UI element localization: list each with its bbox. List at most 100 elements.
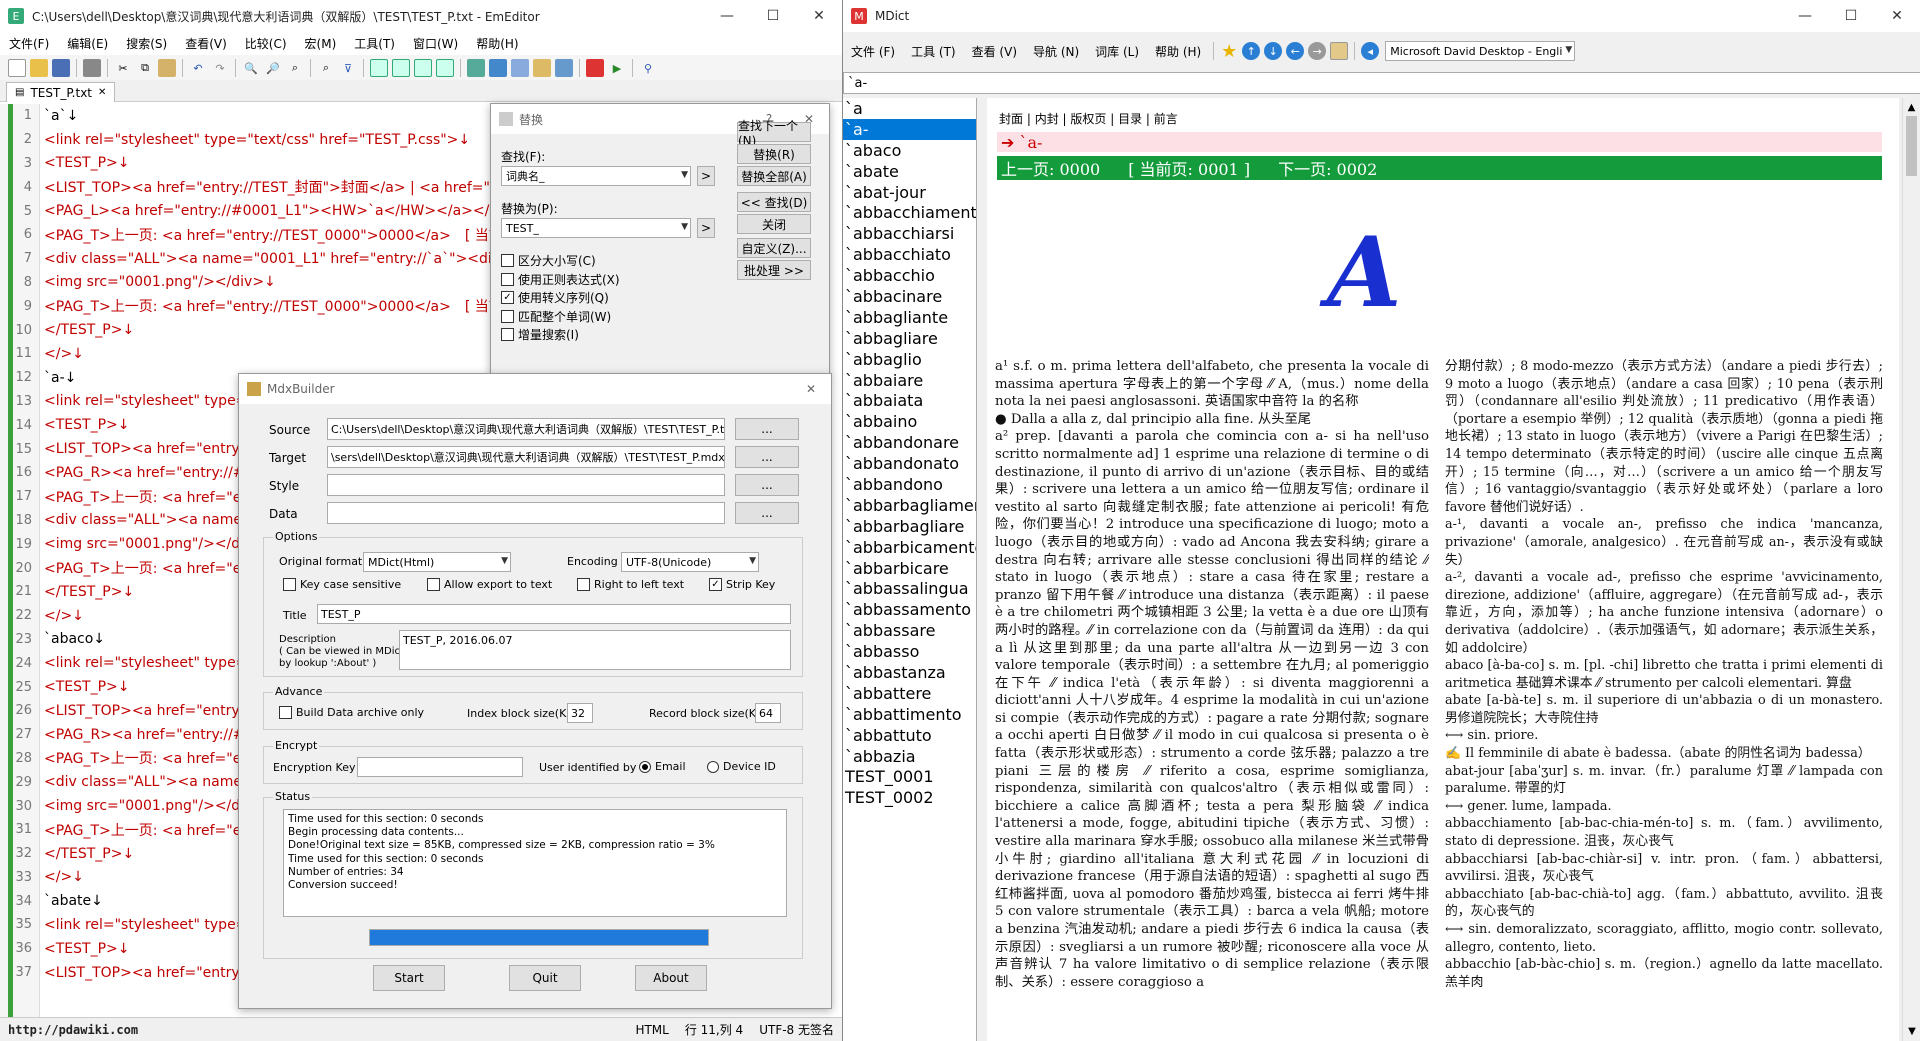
record-block-field[interactable]: 64 <box>755 703 781 723</box>
nav-link[interactable]: 目录 <box>1118 112 1142 126</box>
word-list-item[interactable]: `abbarbagliamen <box>843 495 976 516</box>
quit-button[interactable]: Quit <box>509 965 581 991</box>
word-list-item[interactable]: `abbaglio <box>843 349 976 370</box>
customize-icon[interactable]: ⚲ <box>639 59 657 77</box>
find-icon[interactable]: 🔍 <box>242 59 260 77</box>
replace-more-button[interactable]: > <box>697 218 715 238</box>
undo-icon[interactable]: ↶ <box>189 59 207 77</box>
favorite-star-icon[interactable]: ★ <box>1220 41 1238 62</box>
status-log[interactable]: Time used for this section: 0 seconds Beg… <box>283 809 787 917</box>
word-list-item[interactable]: `abbacchiato <box>843 244 976 265</box>
menu-item[interactable]: 搜索(S) <box>117 35 176 52</box>
replace-dialog-button[interactable]: 替换(R) <box>737 144 811 164</box>
strip-key-checkbox[interactable]: ✓ Strip Key <box>709 578 775 591</box>
replace-dialog-button[interactable]: 自定义(Z)... <box>737 238 811 258</box>
data-field[interactable] <box>327 502 725 524</box>
status-mode[interactable]: HTML <box>627 1023 676 1037</box>
email-radio[interactable]: Email <box>639 760 686 773</box>
prev-page-link[interactable]: 上一页: 0000 <box>1001 156 1100 180</box>
replace-option-checkbox[interactable]: 匹配整个单词(W) <box>501 308 611 325</box>
mdict-maximize-button[interactable]: ☐ <box>1828 0 1874 32</box>
word-list-item[interactable]: `abbacchio <box>843 265 976 286</box>
word-list-item[interactable]: `abbandonare <box>843 432 976 453</box>
speak-icon[interactable]: ◂ <box>1361 42 1380 60</box>
search-files-icon[interactable]: ⌕ <box>317 59 335 77</box>
mdict-menu-item[interactable]: 帮助 (H) <box>1147 43 1209 60</box>
target-browse-button[interactable]: ... <box>735 446 799 468</box>
maximize-button[interactable]: ☐ <box>750 0 796 32</box>
word-list-item[interactable]: `abbassare <box>843 620 976 641</box>
word-list-item[interactable]: `abbarbagliare <box>843 516 976 537</box>
device-id-radio[interactable]: Device ID <box>707 760 776 773</box>
word-list-item[interactable]: `abbarbicare <box>843 558 976 579</box>
word-list-item[interactable]: `a- <box>843 118 976 140</box>
scroll-thumb[interactable] <box>1906 116 1917 176</box>
nav-link[interactable]: 封面 <box>999 112 1023 126</box>
word-list-item[interactable]: `abbastanza <box>843 662 976 683</box>
nav-link[interactable]: 前言 <box>1154 112 1178 126</box>
window-layout-icon[interactable] <box>370 59 388 77</box>
find-prev-icon[interactable]: ⌕ <box>286 59 304 77</box>
key-case-checkbox[interactable]: Key case sensitive <box>283 578 401 591</box>
source-browse-button[interactable]: ... <box>735 418 799 440</box>
style-field[interactable] <box>327 474 725 496</box>
filter-icon[interactable]: ⊽ <box>339 59 357 77</box>
save-icon[interactable] <box>52 59 70 77</box>
replace-dialog-button[interactable]: 替换全部(A) <box>737 166 811 186</box>
title-field[interactable]: TEST_P <box>317 604 791 624</box>
replace-option-checkbox[interactable]: 区分大小写(C) <box>501 252 596 269</box>
replace-combo[interactable]: TEST_ ▼ <box>501 218 691 238</box>
search-input[interactable]: `a- <box>843 72 1920 94</box>
split-horizontal-icon[interactable] <box>392 59 410 77</box>
word-list-item[interactable]: `abbacchiarsi <box>843 223 976 244</box>
word-list-item[interactable]: `abbandono <box>843 474 976 495</box>
tile-icon[interactable] <box>436 59 454 77</box>
cut-icon[interactable]: ✂ <box>114 59 132 77</box>
encryption-key-field[interactable] <box>357 757 523 777</box>
encoding-select[interactable]: UTF-8(Unicode) ▼ <box>621 552 759 572</box>
menu-item[interactable]: 宏(M) <box>296 35 346 52</box>
word-list-item[interactable]: `abbacinare <box>843 286 976 307</box>
replace-dialog-button[interactable]: 查找下一个(N) <box>737 119 811 148</box>
scroll-down-icon[interactable]: ▼ <box>1903 1026 1920 1037</box>
tab-close-icon[interactable]: ✕ <box>98 87 106 98</box>
menu-item[interactable]: 编辑(E) <box>58 35 117 52</box>
replace-dialog-button[interactable]: 批处理 >> <box>737 260 811 280</box>
data-browse-button[interactable]: ... <box>735 502 799 524</box>
word-list-item[interactable]: `abbazia <box>843 746 976 767</box>
open-folder-icon[interactable] <box>30 59 48 77</box>
voice-select[interactable]: Microsoft David Desktop - Engli ▼ <box>1385 41 1576 61</box>
word-list-item[interactable]: `abbaiata <box>843 390 976 411</box>
word-list-item[interactable]: `abaco <box>843 140 976 161</box>
mdict-menu-item[interactable]: 词库 (L) <box>1087 43 1147 60</box>
rtl-checkbox[interactable]: Right to left text <box>577 578 684 591</box>
mdict-menu-item[interactable]: 查看 (V) <box>964 43 1025 60</box>
run-macro-icon[interactable]: ▶ <box>608 59 626 77</box>
copy-icon[interactable]: ⧉ <box>136 59 154 77</box>
status-encoding[interactable]: UTF-8 无签名 <box>751 1021 842 1038</box>
redo-icon[interactable]: ↷ <box>211 59 229 77</box>
outline-icon[interactable] <box>467 59 485 77</box>
entry-scrollbar[interactable]: ▲ ▼ <box>1902 98 1920 1041</box>
about-button[interactable]: About <box>635 965 707 991</box>
mdict-close-button[interactable]: ✕ <box>1874 0 1920 32</box>
description-field[interactable]: TEST_P, 2016.06.07 <box>399 630 791 670</box>
word-list-item[interactable]: `abbacchiamento <box>843 202 976 223</box>
style-browse-button[interactable]: ... <box>735 474 799 496</box>
nav-link[interactable]: 内封 <box>1035 112 1059 126</box>
arrow-up-icon[interactable]: ↑ <box>1242 42 1261 60</box>
clipboard-icon[interactable] <box>1330 42 1349 60</box>
word-list-item[interactable]: `abate <box>843 161 976 182</box>
target-field[interactable]: \sers\dell\Desktop\意汉词典\现代意大利语词典（双解版）\TE… <box>327 446 725 468</box>
word-list-item[interactable]: `abbassamento <box>843 599 976 620</box>
scroll-up-icon[interactable]: ▲ <box>1903 102 1920 113</box>
menu-item[interactable]: 工具(T) <box>345 35 404 52</box>
print-icon[interactable] <box>83 59 101 77</box>
replace-dialog-button[interactable]: 关闭 <box>737 214 811 234</box>
menu-item[interactable]: 查看(V) <box>176 35 236 52</box>
format-select[interactable]: MDict(Html) ▼ <box>363 552 511 572</box>
word-list-item[interactable]: `abbattimento <box>843 704 976 725</box>
status-position[interactable]: 行 11,列 4 <box>677 1021 751 1038</box>
word-list-item[interactable]: `abbagliante <box>843 307 976 328</box>
word-list-item[interactable]: `abbattere <box>843 683 976 704</box>
